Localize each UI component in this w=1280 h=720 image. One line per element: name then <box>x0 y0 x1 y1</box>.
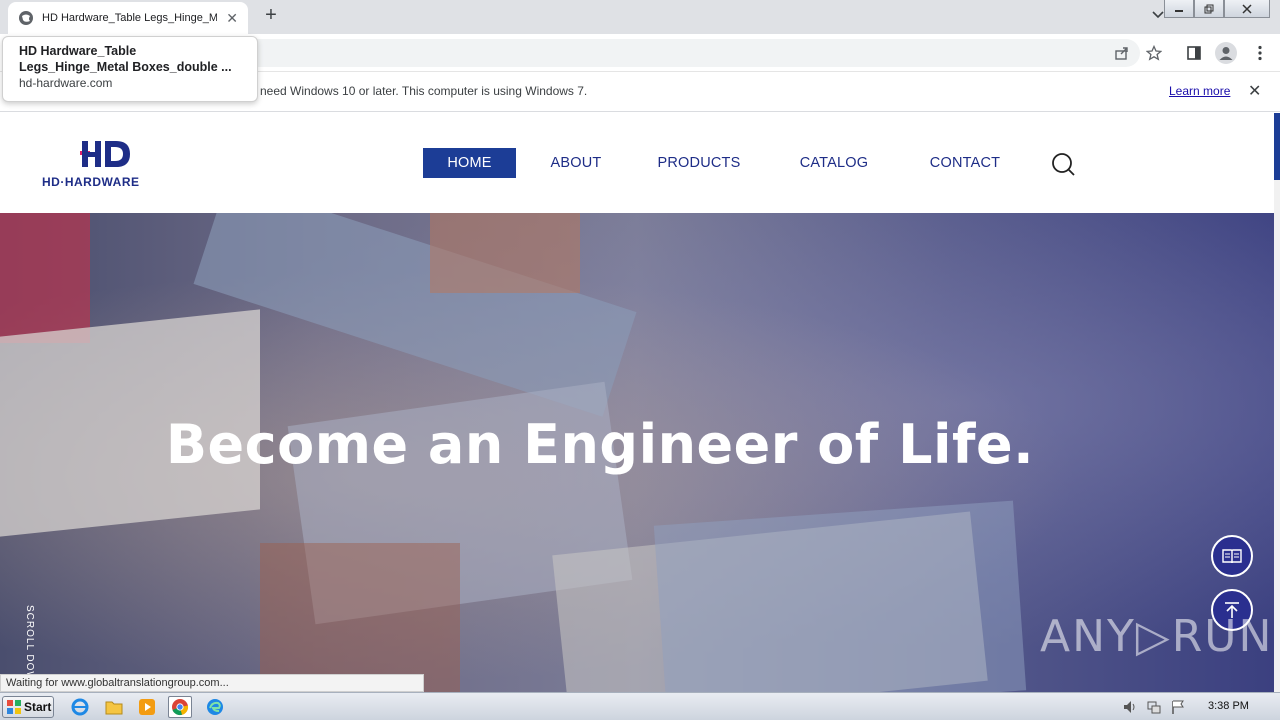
anyrun-watermark: ANY▷RUN <box>1040 611 1274 662</box>
network-icon[interactable] <box>1146 699 1162 715</box>
site-header: HD·HARDWARE HOME ABOUT PRODUCTS CATALOG … <box>0 113 1274 213</box>
learn-more-link[interactable]: Learn more <box>1169 84 1230 98</box>
hover-card-domain: hd-hardware.com <box>19 76 113 90</box>
infobar-message: l need Windows 10 or later. This compute… <box>254 84 588 98</box>
tab-close-icon[interactable]: ✕ <box>226 10 238 27</box>
hero-title: Become an Engineer of Life. <box>165 413 1035 476</box>
hero-shape-tube <box>653 500 1027 692</box>
window-controls <box>1164 0 1270 18</box>
start-label: Start <box>24 700 52 714</box>
hero-banner: Become an Engineer of Life. SCROLL DOW A… <box>0 213 1274 692</box>
share-icon[interactable] <box>1112 43 1132 63</box>
bookmark-star-icon[interactable] <box>1144 43 1164 63</box>
side-panel-icon[interactable] <box>1184 43 1204 63</box>
hover-card-title: HD Hardware_Table Legs_Hinge_Metal Boxes… <box>19 44 232 74</box>
tab-hover-card: HD Hardware_Table Legs_Hinge_Metal Boxes… <box>2 36 258 102</box>
nav-home[interactable]: HOME <box>423 148 516 178</box>
hero-shape-copper <box>430 213 580 293</box>
catalog-float-button[interactable] <box>1211 535 1253 577</box>
status-bubble: Waiting for www.globaltranslationgroup.c… <box>0 674 424 692</box>
hero-shape-base <box>260 543 460 692</box>
tab-strip: HD Hardware_Table Legs_Hinge_Metal Boxes… <box>0 0 1280 34</box>
system-tray <box>1122 693 1186 720</box>
windows-taskbar: Start 3:38 PM <box>0 692 1280 720</box>
logo-wordmark: HD·HARDWARE <box>42 175 140 189</box>
nav-contact[interactable]: CONTACT <box>920 148 1010 178</box>
chrome-icon[interactable] <box>168 696 192 718</box>
menu-kebab-icon[interactable] <box>1250 43 1270 63</box>
window-close-button[interactable] <box>1224 0 1270 18</box>
tab-title: HD Hardware_Table Legs_Hinge_Metal Boxes… <box>42 12 217 24</box>
address-bar[interactable] <box>110 39 1140 67</box>
globe-icon <box>19 11 33 25</box>
browser-tab[interactable]: HD Hardware_Table Legs_Hinge_Metal Boxes… <box>8 2 248 34</box>
media-player-icon[interactable] <box>135 696 159 718</box>
minimize-button[interactable] <box>1164 0 1194 18</box>
scroll-down-label[interactable]: SCROLL DOW <box>24 605 35 682</box>
ie-icon[interactable] <box>68 696 92 718</box>
volume-icon[interactable] <box>1122 699 1138 715</box>
nav-catalog[interactable]: CATALOG <box>790 148 878 178</box>
windows-logo-icon <box>7 700 21 714</box>
tab-search-chevron-icon[interactable] <box>1152 8 1164 22</box>
new-tab-button[interactable]: + <box>260 4 282 27</box>
taskbar-clock[interactable]: 3:38 PM <box>1208 700 1249 712</box>
search-icon[interactable] <box>1050 151 1076 177</box>
edge-icon[interactable] <box>203 696 227 718</box>
restore-button[interactable] <box>1194 0 1224 18</box>
scrollbar-thumb[interactable] <box>1274 113 1280 180</box>
infobar-close-icon[interactable]: ✕ <box>1248 81 1261 101</box>
nav-products[interactable]: PRODUCTS <box>652 148 746 178</box>
hero-shape-red <box>0 213 90 343</box>
file-explorer-icon[interactable] <box>102 696 126 718</box>
action-center-flag-icon[interactable] <box>1170 699 1186 715</box>
profile-avatar-icon[interactable] <box>1214 41 1238 65</box>
nav-about[interactable]: ABOUT <box>540 148 612 178</box>
page-scrollbar[interactable] <box>1274 113 1280 692</box>
book-icon <box>1222 549 1242 564</box>
start-button[interactable]: Start <box>2 696 54 718</box>
